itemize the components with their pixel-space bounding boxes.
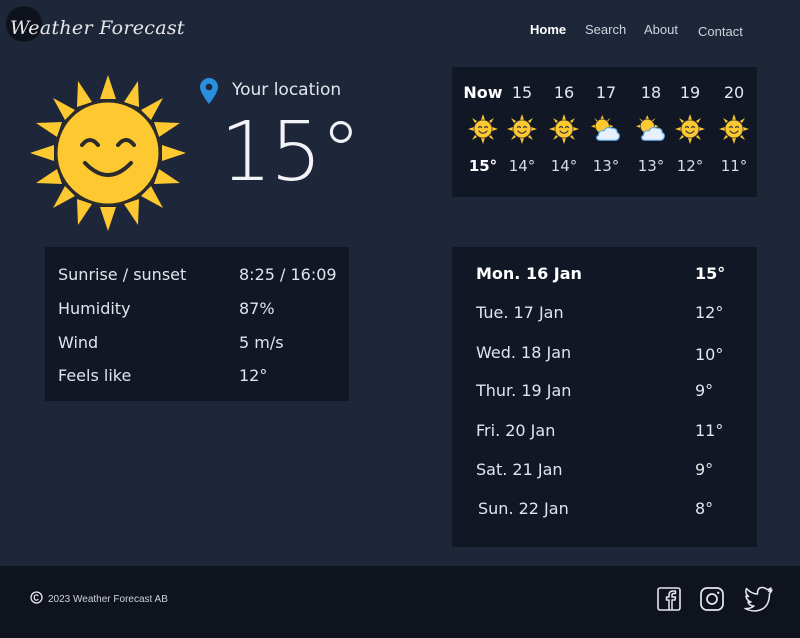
daily-forecast-panel: Mon. 16 Jan 15° Tue. 17 Jan 12° Wed. 18 … xyxy=(452,247,757,547)
nav-search[interactable]: Search xyxy=(585,22,626,37)
day-label: Sat. 21 Jan xyxy=(476,460,563,479)
facebook-icon[interactable] xyxy=(656,586,682,612)
hour-label: 16 xyxy=(553,83,575,102)
detail-value: 5 m/s xyxy=(239,333,284,352)
detail-row: Humidity 87% xyxy=(58,299,348,323)
hour-column: 15 14° xyxy=(500,67,544,197)
day-label: Wed. 18 Jan xyxy=(476,343,572,362)
detail-value: 87% xyxy=(239,299,275,318)
hour-temp: 13° xyxy=(637,157,665,175)
nav-about[interactable]: About xyxy=(644,22,678,37)
hour-label: 18 xyxy=(640,83,662,102)
hour-label: 19 xyxy=(679,83,701,102)
detail-label: Humidity xyxy=(58,299,131,318)
main-nav: Home Search About Contact xyxy=(0,22,800,42)
day-temp: 9° xyxy=(695,460,714,479)
detail-row: Feels like 12° xyxy=(58,366,348,390)
day-row: Sat. 21 Jan 9° xyxy=(452,460,757,484)
hour-label: Now xyxy=(463,83,503,102)
day-row: Mon. 16 Jan 15° xyxy=(452,264,757,288)
nav-home[interactable]: Home xyxy=(530,22,566,37)
details-panel: Sunrise / sunset 8:25 / 16:09 Humidity 8… xyxy=(45,247,349,401)
hour-column: 18 13° xyxy=(629,67,673,197)
detail-row: Wind 5 m/s xyxy=(58,333,348,357)
twitter-icon[interactable] xyxy=(744,586,774,612)
day-row: Wed. 18 Jan 10° xyxy=(452,343,757,367)
hour-temp: 11° xyxy=(720,157,748,175)
sun-cloud-icon xyxy=(591,114,620,141)
hour-column: 19 12° xyxy=(668,67,712,197)
day-temp: 9° xyxy=(695,381,714,400)
day-row: Tue. 17 Jan 12° xyxy=(452,303,757,327)
location-label: Your location xyxy=(232,80,342,100)
day-label: Thur. 19 Jan xyxy=(476,381,572,400)
detail-row: Sunrise / sunset 8:25 / 16:09 xyxy=(58,265,348,289)
day-temp: 11° xyxy=(695,421,724,440)
sun-cloud-icon xyxy=(636,114,665,141)
hour-temp: 15° xyxy=(468,157,498,175)
instagram-icon[interactable] xyxy=(699,586,725,612)
day-label: Mon. 16 Jan xyxy=(476,264,582,283)
hour-label: 20 xyxy=(723,83,745,102)
day-temp: 8° xyxy=(695,499,714,518)
hourly-forecast-panel: Now 15° 15 14° 16 14° 17 13° 18 13° 19 1… xyxy=(452,67,757,197)
current-temperature: 15° xyxy=(220,105,361,200)
day-temp: 12° xyxy=(695,303,724,322)
hour-temp: 13° xyxy=(592,157,620,175)
sun-icon xyxy=(675,114,705,144)
copyright-icon xyxy=(30,591,43,604)
detail-label: Wind xyxy=(58,333,99,352)
sun-icon xyxy=(507,114,537,144)
sun-icon xyxy=(549,114,579,144)
hour-temp: 14° xyxy=(508,157,536,175)
day-label: Fri. 20 Jan xyxy=(476,421,556,440)
detail-label: Sunrise / sunset xyxy=(58,265,187,284)
hour-label: 17 xyxy=(595,83,617,102)
hour-temp: 12° xyxy=(676,157,704,175)
nav-contact[interactable]: Contact xyxy=(698,24,743,39)
day-label: Tue. 17 Jan xyxy=(476,303,564,322)
footer: 2023 Weather Forecast AB xyxy=(0,566,800,638)
sun-icon xyxy=(719,114,749,144)
smiling-sun-icon xyxy=(30,75,186,231)
hour-column: Now 15° xyxy=(461,67,505,197)
day-row: Thur. 19 Jan 9° xyxy=(452,381,757,405)
detail-value: 12° xyxy=(239,366,268,385)
day-row: Sun. 22 Jan 8° xyxy=(452,499,757,523)
detail-label: Feels like xyxy=(58,366,132,385)
day-label: Sun. 22 Jan xyxy=(478,499,569,518)
day-row: Fri. 20 Jan 11° xyxy=(452,421,757,445)
location-pin-icon xyxy=(200,78,218,104)
sun-icon xyxy=(468,114,498,144)
hour-column: 17 13° xyxy=(584,67,628,197)
hour-temp: 14° xyxy=(550,157,578,175)
hour-column: 16 14° xyxy=(542,67,586,197)
hour-label: 15 xyxy=(511,83,533,102)
day-temp: 15° xyxy=(695,264,726,283)
copyright-text: 2023 Weather Forecast AB xyxy=(48,594,168,605)
hour-column: 20 11° xyxy=(712,67,756,197)
day-temp: 10° xyxy=(695,345,724,364)
detail-value: 8:25 / 16:09 xyxy=(239,265,337,284)
